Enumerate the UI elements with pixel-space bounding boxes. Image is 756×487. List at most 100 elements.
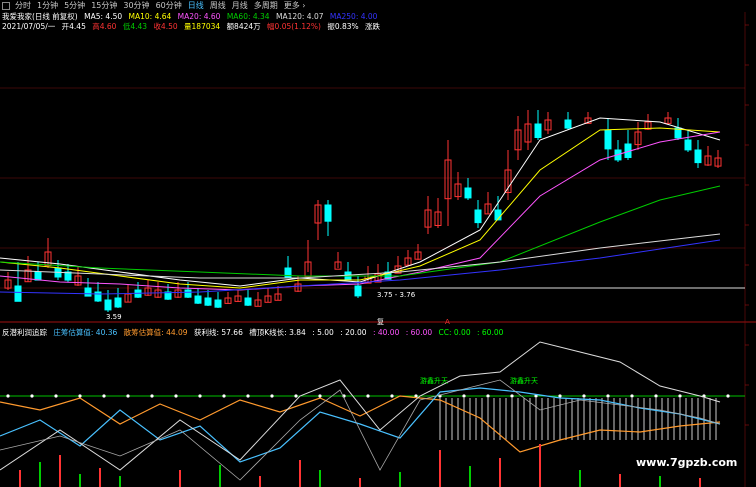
tab-1min[interactable]: 1分钟 <box>34 0 61 12</box>
candle-body-9 <box>94 291 102 302</box>
tab-weekly[interactable]: 周线 <box>207 0 229 12</box>
indicator-dot-296 <box>294 394 298 398</box>
candle-body-65 <box>694 149 702 164</box>
ma5-line <box>0 117 721 287</box>
ma60-value: MA60: 4.34 <box>226 12 270 21</box>
candle-body-47 <box>474 209 482 224</box>
marker-mid: 复 <box>377 318 384 326</box>
ma5-value: MA5: 4.50 <box>84 12 123 21</box>
signal-label-1: 游鑫升天 <box>420 377 448 385</box>
indicator-dot-584 <box>582 394 586 398</box>
ma10-line <box>0 127 721 289</box>
candle-body-1 <box>14 285 22 302</box>
candle-body-20 <box>204 297 212 306</box>
candle-body-32 <box>324 204 332 222</box>
indicator-item-5: : 20.00 <box>340 328 367 337</box>
menu-icon[interactable] <box>2 2 10 10</box>
quote-volume: 量187034 <box>184 22 221 31</box>
ma120-value: MA120: 4.07 <box>275 12 324 21</box>
candle-body-11 <box>114 297 122 308</box>
quote-high: 高4.60 <box>92 22 117 31</box>
tab-30min[interactable]: 30分钟 <box>120 0 152 12</box>
ma60-line <box>0 185 721 277</box>
ma10-value: MA10: 4.64 <box>128 12 172 21</box>
quote-open: 开4.45 <box>61 22 86 31</box>
candle-body-18 <box>184 289 192 298</box>
candle-body-3 <box>34 271 42 281</box>
indicator-dot-128 <box>126 394 130 398</box>
quote-low: 低4.43 <box>122 22 148 31</box>
tab-more[interactable]: 更多 › <box>281 0 309 12</box>
stock-chart[interactable] <box>0 0 756 487</box>
signal-label-2: 游鑫升天 <box>510 377 538 385</box>
candle-body-35 <box>354 285 362 297</box>
tab-15min[interactable]: 15分钟 <box>88 0 120 12</box>
candle-body-21 <box>214 299 222 308</box>
indicator-dot-608 <box>606 394 610 398</box>
indicator-dot-464 <box>462 394 466 398</box>
range-price-label: 3.75 - 3.76 <box>377 291 416 299</box>
tab-60min[interactable]: 60分钟 <box>153 0 185 12</box>
indicator-item-0: 庄筹估算值: 40.36 <box>53 328 118 337</box>
indicator-dot-56 <box>54 394 58 398</box>
period-tabbar: 分时 1分钟 5分钟 15分钟 30分钟 60分钟 日线 周线 月线 多周期 更… <box>0 0 756 12</box>
indicator-dot-104 <box>102 394 106 398</box>
indicator-dot-176 <box>174 394 178 398</box>
quote-close: 收4.50 <box>153 22 178 31</box>
candle-body-53 <box>534 123 542 138</box>
stock-name: 我爱我家(日线 前复权) <box>2 12 78 21</box>
indicator-dot-560 <box>558 394 562 398</box>
candle-body-55 <box>564 119 572 129</box>
indicator-item-7: : 60.00 <box>405 328 433 337</box>
candle-body-64 <box>684 139 692 151</box>
tab-5min[interactable]: 5分钟 <box>61 0 88 12</box>
indicator-dot-368 <box>366 394 370 398</box>
indicator-dot-320 <box>318 394 322 398</box>
indicator-dot-680 <box>678 394 682 398</box>
candle-body-8 <box>84 287 92 297</box>
indicator-dot-80 <box>78 394 82 398</box>
profit-line <box>0 341 721 471</box>
indicator-item-3: 槽顶K线长: 3.84 <box>249 328 306 337</box>
indicator-item-4: : 5.00 <box>312 328 334 337</box>
indicator-item-9: : 60.00 <box>477 328 504 337</box>
candle-body-10 <box>104 299 112 311</box>
indicator-dot-272 <box>270 394 274 398</box>
indicator-item-8: CC: 0.00 <box>438 328 471 337</box>
main-chip-line <box>0 387 721 463</box>
quote-swing: 振0.83% <box>327 22 359 31</box>
ma250-value: MA250: 4.00 <box>329 12 378 21</box>
quote-date: 2021/07/05/一 <box>2 22 56 31</box>
tab-monthly[interactable]: 月线 <box>229 0 251 12</box>
quote-extra: 涨跌 <box>365 22 381 31</box>
indicator-dot-32 <box>30 394 34 398</box>
quote-change: 幅0.05(1.12%) <box>267 22 321 31</box>
quote-amount: 额8424万 <box>226 22 261 31</box>
indicator-item-2: 获利线: 57.66 <box>193 328 243 337</box>
low-price-label: 3.59 <box>106 313 122 321</box>
watermark: www.7gpzb.com <box>636 456 738 469</box>
indicator-dot-728 <box>726 394 730 398</box>
indicator-dot-656 <box>654 394 658 398</box>
quote-line: 2021/07/05/一 开4.45 高4.60 低4.43 收4.50 量18… <box>2 22 384 32</box>
indicator-dot-488 <box>486 394 490 398</box>
indicator-dot-152 <box>150 394 154 398</box>
indicator-item-1: 散筹估算值: 44.09 <box>123 328 188 337</box>
candle-body-57 <box>604 129 612 150</box>
indicator-dot-512 <box>510 394 514 398</box>
tab-intraday[interactable]: 分时 <box>12 0 34 12</box>
candle-body-24 <box>244 297 252 306</box>
indicator-dot-224 <box>222 394 226 398</box>
ma20-value: MA20: 4.60 <box>177 12 221 21</box>
tab-daily[interactable]: 日线 <box>185 0 207 12</box>
indicator-dot-248 <box>246 394 250 398</box>
marker-red: A <box>445 318 450 326</box>
indicator-dot-392 <box>390 394 394 398</box>
candle-body-19 <box>194 295 202 304</box>
candle-body-46 <box>464 187 472 199</box>
indicator-title: 反潜利润追踪 <box>2 328 47 337</box>
tab-multi-period[interactable]: 多周期 <box>251 0 281 12</box>
ma-legend: 我爱我家(日线 前复权) MA5: 4.50 MA10: 4.64 MA20: … <box>2 12 381 22</box>
indicator-dot-632 <box>630 394 634 398</box>
indicator-item-6: : 40.00 <box>372 328 400 337</box>
